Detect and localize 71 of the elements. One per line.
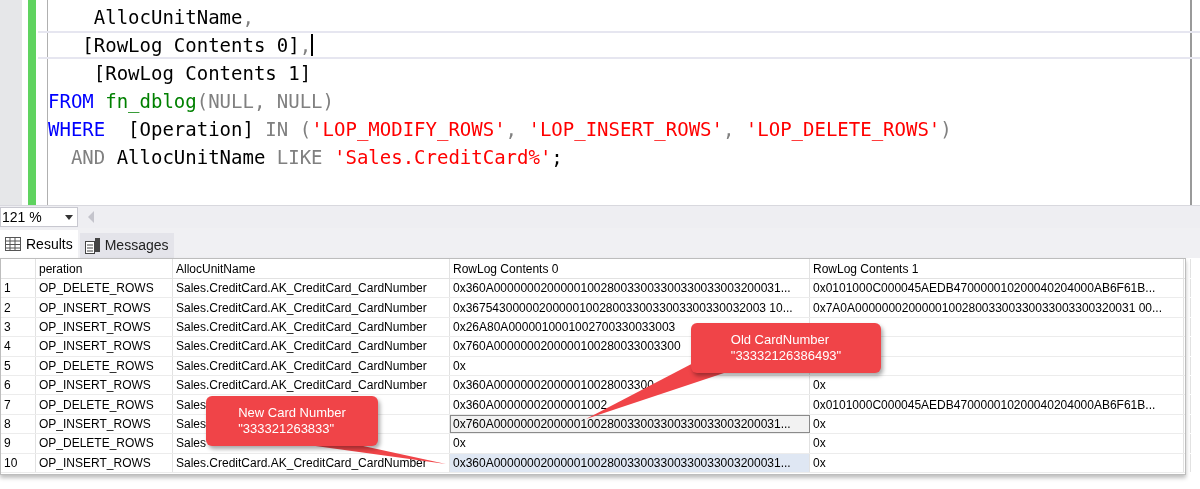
- code-token: ): [940, 116, 952, 142]
- table-cell: Sales.CreditCard.AK_CreditCard_CardNumber: [173, 356, 450, 375]
- table-cell: 0x: [810, 375, 1184, 395]
- code-token: AND: [69, 144, 106, 170]
- table-cell: Sales.CreditCard.AK_CreditCard_CardNumber: [173, 337, 450, 356]
- table-cell: OP_INSERT_ROWS: [36, 317, 173, 337]
- column-header: RowLog Contents 0: [450, 259, 810, 278]
- code-token: [Operation]: [127, 116, 255, 142]
- document-icon: [84, 237, 101, 254]
- column-header: RowLog Contents 1: [810, 259, 1184, 278]
- code-token: AllocUnitName: [115, 144, 267, 170]
- scroll-left-icon[interactable]: [88, 211, 94, 223]
- row-number: 8: [1, 414, 36, 434]
- code-token: IN (: [265, 116, 312, 142]
- column-header: AllocUnitName: [173, 259, 450, 278]
- table-cell: Sales.CreditCard.AK_CreditCard_CardNumber: [173, 375, 450, 395]
- table-cell: OP_INSERT_ROWS: [36, 298, 173, 317]
- table-cell: OP_INSERT_ROWS: [36, 414, 173, 434]
- table-cell: 0x367543000002000001002800330033003300330032003 10...: [450, 298, 810, 317]
- code-token: ,: [242, 4, 254, 30]
- table-cell: 0x: [810, 434, 1184, 453]
- code-token: AllocUnitName: [92, 4, 243, 30]
- row-number: 9: [1, 434, 36, 453]
- callout: Old CardNumber "33332126386493": [691, 323, 881, 373]
- code-token: [RowLog Contents 1]: [92, 60, 312, 86]
- row-number: 7: [1, 395, 36, 414]
- code-token: 'LOP_INSERT_ROWS': [528, 116, 723, 143]
- code-token: (NULL, NULL): [196, 88, 334, 114]
- code-token: 'Sales.CreditCard%': [333, 144, 552, 170]
- row-number: 3: [1, 317, 36, 337]
- row-number: 5: [1, 356, 36, 375]
- code-token: WHERE: [48, 116, 106, 142]
- table-cell: OP_DELETE_ROWS: [36, 395, 173, 414]
- table-cell: 0x7A0A000000020000010028003300330033003300320031 00...: [810, 298, 1184, 317]
- code-token: [RowLog Contents 0]: [81, 32, 300, 58]
- code-token: ;: [551, 144, 563, 170]
- code-token: fn_dblog: [104, 88, 197, 115]
- table-cell: 0x360A0000000200000100280033003300330033003200031...: [450, 279, 810, 298]
- code-token: ,: [722, 116, 736, 142]
- table-cell: 0x: [810, 414, 1184, 434]
- zoom-dropdown[interactable]: 121 %: [0, 207, 78, 227]
- row-number: 2: [1, 298, 36, 317]
- code-token: 'LOP_MODIFY_ROWS': [311, 116, 506, 143]
- table-cell: 0x0101000C000045AEDB470000010200040204000AB6F61B...: [810, 395, 1184, 414]
- table-cell: 0x: [810, 453, 1184, 472]
- results-tab[interactable]: Results: [0, 230, 78, 258]
- code-token: LIKE: [276, 144, 323, 170]
- table-cell: OP_DELETE_ROWS: [36, 279, 173, 298]
- row-number: 10: [1, 453, 36, 472]
- code-token: 'LOP_DELETE_ROWS': [745, 116, 941, 143]
- text-cursor: [311, 34, 314, 56]
- table-cell: Sales.CreditCard.AK_CreditCard_CardNumber: [173, 279, 450, 298]
- table-cell: Sales.CreditCard.AK_CreditCard_CardNumber: [173, 317, 450, 337]
- grid-icon: [5, 237, 21, 251]
- row-number: 4: [1, 337, 36, 356]
- table-cell: OP_DELETE_ROWS: [36, 356, 173, 375]
- table-cell: Sales.CreditCard.AK_CreditCard_CardNumber: [173, 298, 450, 317]
- results-tab[interactable]: Messages: [79, 233, 174, 258]
- table-cell: OP_INSERT_ROWS: [36, 453, 173, 472]
- dropdown-caret-icon: [65, 214, 73, 220]
- table-cell: OP_DELETE_ROWS: [36, 434, 173, 453]
- code-token: ,: [505, 116, 519, 142]
- row-number: 6: [1, 375, 36, 395]
- table-cell: OP_INSERT_ROWS: [36, 337, 173, 356]
- table-cell: 0x: [450, 434, 810, 453]
- code-token: FROM: [48, 88, 94, 114]
- table-cell: OP_INSERT_ROWS: [36, 375, 173, 395]
- column-header: peration: [36, 259, 173, 278]
- row-number: 1: [1, 279, 36, 298]
- table-cell: 0x0101000C000045AEDB470000010200040204000AB6F61B...: [810, 279, 1184, 298]
- code-token: ,: [299, 32, 312, 58]
